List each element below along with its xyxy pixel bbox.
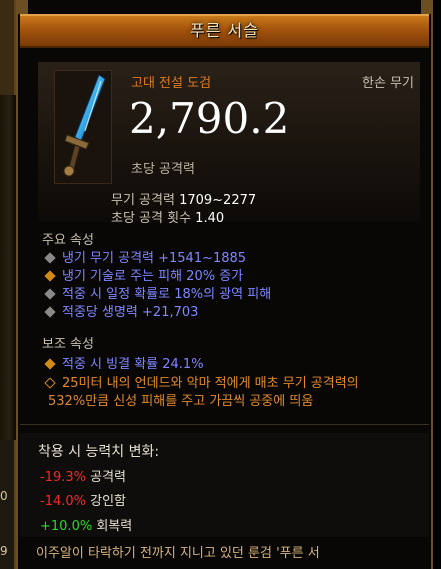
side-panel-edge: 0 9 <box>0 0 16 569</box>
flavor-text: 이주알이 타락하기 전까지 지니고 있던 룬검 '푸른 서 <box>36 546 320 561</box>
bullet-icon <box>44 270 56 282</box>
stat-change-title: 착용 시 능력치 변화: <box>38 444 160 460</box>
corner-ornament <box>16 0 28 14</box>
dps-value: 2,790.2 <box>129 94 290 143</box>
secondary-property: 적중 시 빙결 확률 24.1% <box>42 353 204 372</box>
property-text: 적중 시 빙결 확률 24.1% <box>62 357 204 372</box>
dps-label: 초당 공격력 <box>131 162 195 177</box>
change-value: +10.0% <box>40 519 93 534</box>
stat-value: 1709~2277 <box>179 193 257 208</box>
property-text: 냉기 기술로 주는 피해 20% 증가 <box>62 269 244 284</box>
change-label: 강인함 <box>90 494 127 509</box>
bullet-icon <box>44 377 56 389</box>
side-panel-digit: 0 <box>0 489 8 503</box>
item-slot-type: 한손 무기 <box>362 76 414 91</box>
divider <box>20 424 429 425</box>
bullet-icon <box>44 306 56 318</box>
stat-label: 무기 공격력 <box>111 193 175 208</box>
stat-change-panel: 착용 시 능력치 변화: -19.3% 공격력 -14.0% 강인함 +10.0… <box>20 433 429 537</box>
bullet-icon <box>44 288 56 300</box>
side-panel-digit: 9 <box>0 544 8 558</box>
property-text: 25미터 내의 언데드와 악마 적에게 매초 무기 공격력의 <box>62 376 359 391</box>
bullet-icon <box>44 252 56 264</box>
item-name: 푸른 서슬 <box>190 21 259 40</box>
change-value: -19.3% <box>40 470 86 485</box>
corner-ornament <box>421 0 433 14</box>
property-text: 적중 시 일정 확률로 18%의 광역 피해 <box>62 287 272 302</box>
change-value: -14.0% <box>40 494 86 509</box>
item-type: 고대 전설 도검 <box>131 76 212 91</box>
stat-change-row: -14.0% 강인함 <box>40 490 126 509</box>
primary-property: 적중 시 일정 확률로 18%의 광역 피해 <box>42 283 271 302</box>
change-label: 공격력 <box>90 470 127 485</box>
item-tooltip: 푸른 서슬 고대 전설 도검 한손 무기 2,790.2 초당 공격력 무기 공… <box>16 0 433 569</box>
primary-properties-title: 주요 속성 <box>42 233 94 248</box>
stat-value: 1.40 <box>195 211 225 226</box>
primary-property: 적중당 생명력 +21,703 <box>42 301 198 320</box>
stat-label: 초당 공격 횟수 <box>111 211 192 226</box>
stat-change-row: +10.0% 회복력 <box>40 515 132 534</box>
primary-property: 냉기 기술로 주는 피해 20% 증가 <box>42 265 243 284</box>
weapon-damage-stat: 무기 공격력 1709~2277 <box>111 189 256 208</box>
change-label: 회복력 <box>96 519 133 534</box>
property-text: 냉기 무기 공격력 +1541~1885 <box>62 251 247 266</box>
side-panel-segment <box>0 0 16 95</box>
sword-icon[interactable] <box>54 70 112 184</box>
secondary-property-continued: 532%만큼 신성 피해를 주고 가끔씩 공중에 띄움 <box>48 390 313 409</box>
item-title-bar: 푸른 서슬 <box>20 14 429 48</box>
attack-speed-stat: 초당 공격 횟수 1.40 <box>111 207 224 226</box>
primary-property: 냉기 무기 공격력 +1541~1885 <box>42 247 246 266</box>
property-text: 적중당 생명력 +21,703 <box>62 305 199 320</box>
secondary-properties-title: 보조 속성 <box>42 337 94 352</box>
secondary-property: 25미터 내의 언데드와 악마 적에게 매초 무기 공격력의 <box>42 372 359 391</box>
stat-change-row: -19.3% 공격력 <box>40 466 126 485</box>
property-text: 532%만큼 신성 피해를 주고 가끔씩 공중에 띄움 <box>48 394 314 409</box>
bullet-icon <box>44 358 56 370</box>
